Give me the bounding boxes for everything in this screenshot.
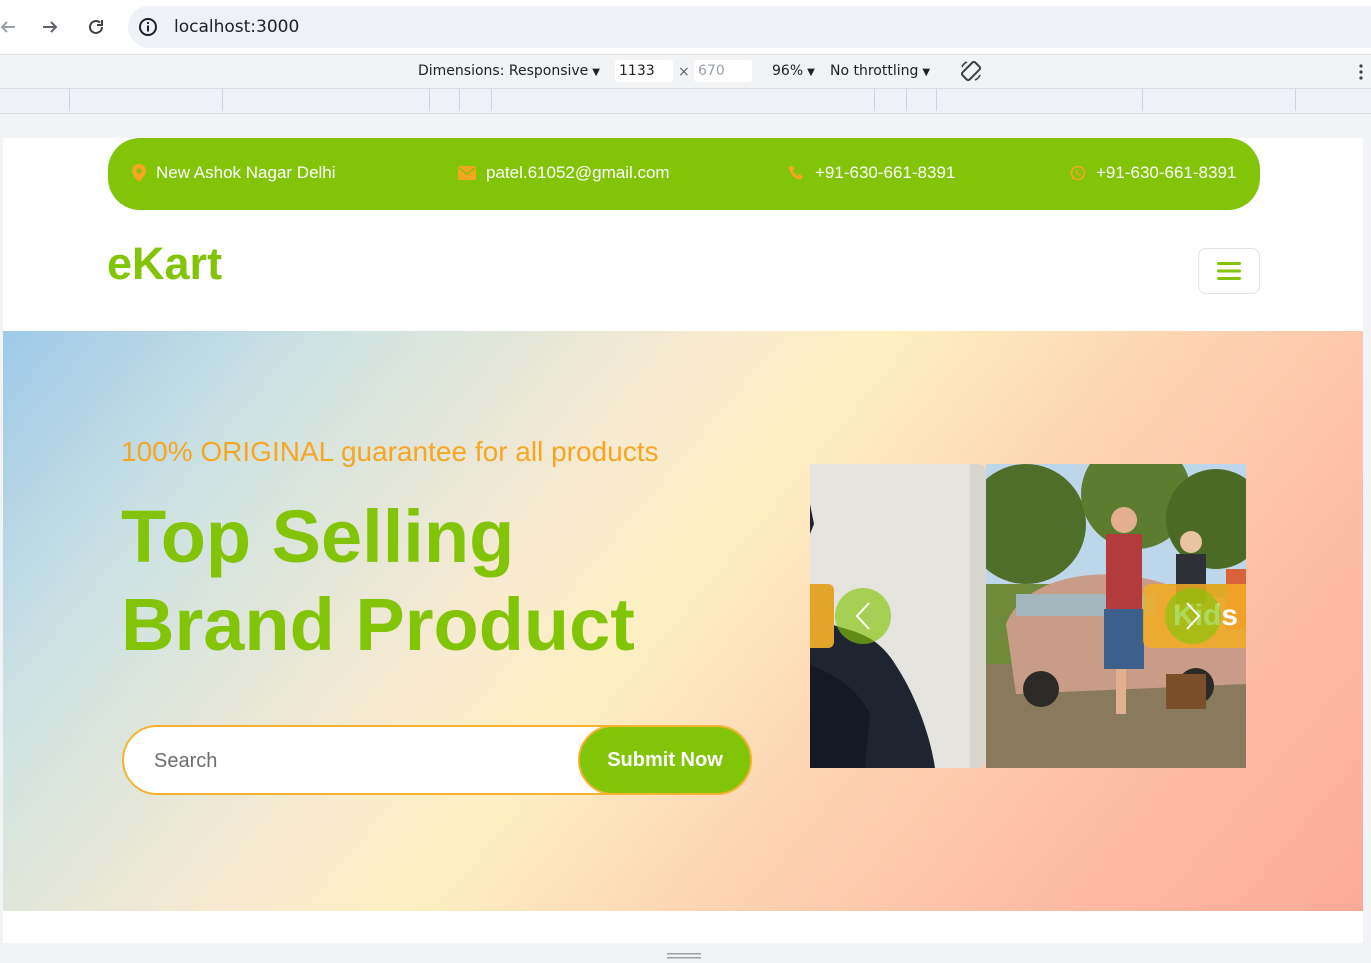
throttling-dropdown[interactable]: No throttling ▼ (830, 63, 930, 79)
chevron-right-icon (1186, 602, 1201, 630)
back-button[interactable] (0, 13, 22, 41)
page-viewport: New Ashok Nagar Delhi patel.61052@gmail.… (3, 138, 1363, 943)
address-item: New Ashok Nagar Delhi (132, 163, 336, 183)
reload-icon (89, 19, 103, 34)
email-text: patel.61052@gmail.com (486, 163, 670, 182)
times-icon: × (678, 64, 690, 80)
hero-tagline: 100% ORIGINAL guarantee for all products (121, 436, 659, 467)
ruler-tick (222, 89, 223, 111)
map-pin-icon (132, 164, 146, 182)
slide-tag-left (810, 584, 834, 648)
hero-title-line-1: Top Selling (121, 495, 515, 578)
ruler-tick (936, 89, 937, 111)
email-item[interactable]: patel.61052@gmail.com (458, 163, 670, 183)
hamburger-icon (1217, 262, 1241, 280)
resize-handle-icon[interactable] (667, 953, 701, 959)
whatsapp-text: +91-630-661-8391 (1096, 163, 1237, 182)
whatsapp-icon (1070, 165, 1086, 181)
forward-button[interactable] (36, 13, 64, 41)
site-info-icon[interactable] (138, 17, 158, 37)
envelope-icon (458, 166, 476, 180)
more-options-icon[interactable] (1356, 63, 1366, 81)
browser-toolbar: localhost:3000 (0, 0, 1371, 55)
search-input[interactable] (152, 745, 576, 777)
rotate-icon[interactable] (959, 59, 983, 83)
whatsapp-item[interactable]: +91-630-661-8391 (1070, 163, 1236, 183)
address-text: New Ashok Nagar Delhi (156, 163, 336, 182)
ruler-tick (491, 89, 492, 111)
carousel-next-button[interactable] (1165, 588, 1221, 644)
phone-item[interactable]: +91-630-661-8391 (788, 163, 955, 183)
caret-down-icon: ▼ (922, 67, 931, 78)
ruler-tick (429, 89, 430, 111)
caret-down-icon: ▼ (807, 67, 815, 78)
contact-bar: New Ashok Nagar Delhi patel.61052@gmail.… (108, 138, 1260, 210)
hero-section: 100% ORIGINAL guarantee for all products… (3, 331, 1363, 911)
phone-icon (788, 165, 803, 180)
throttling-label: No throttling (830, 63, 919, 79)
media-query-ruler[interactable] (0, 89, 1371, 114)
url-text: localhost:3000 (174, 17, 300, 37)
dimensions-dropdown[interactable]: Dimensions: Responsive ▼ (418, 63, 600, 79)
arrow-left-icon (0, 21, 15, 33)
hero-title-line-2: Brand Product (121, 583, 635, 666)
ruler-tick (906, 89, 907, 111)
carousel-prev-button[interactable] (835, 588, 891, 644)
caret-down-icon: ▼ (592, 67, 600, 78)
search-form: Submit Now (122, 725, 752, 795)
phone-text: +91-630-661-8391 (815, 163, 956, 182)
device-toolbar: Dimensions: Responsive▼ × 96%▼ No thrott… (0, 55, 1371, 89)
site-logo[interactable]: eKart (107, 238, 222, 290)
chevron-left-icon (855, 602, 870, 630)
hero-title: Top Selling Brand Product (121, 493, 635, 669)
dimensions-label: Dimensions: Responsive (418, 63, 589, 79)
width-input[interactable] (615, 60, 673, 82)
ruler-tick (1295, 89, 1296, 111)
ruler-tick (1142, 89, 1143, 111)
zoom-label: 96% (772, 63, 804, 79)
reload-button[interactable] (82, 13, 110, 41)
product-carousel[interactable]: Kids (810, 464, 1246, 768)
ruler-tick (874, 89, 875, 111)
submit-button[interactable]: Submit Now (578, 725, 752, 795)
ruler-tick (459, 89, 460, 111)
arrow-right-icon (43, 21, 58, 33)
ruler-tick (69, 89, 70, 111)
hamburger-menu-button[interactable] (1198, 248, 1260, 294)
zoom-dropdown[interactable]: 96% ▼ (772, 63, 815, 79)
address-bar[interactable]: localhost:3000 (128, 6, 1371, 48)
height-input[interactable] (694, 60, 752, 82)
